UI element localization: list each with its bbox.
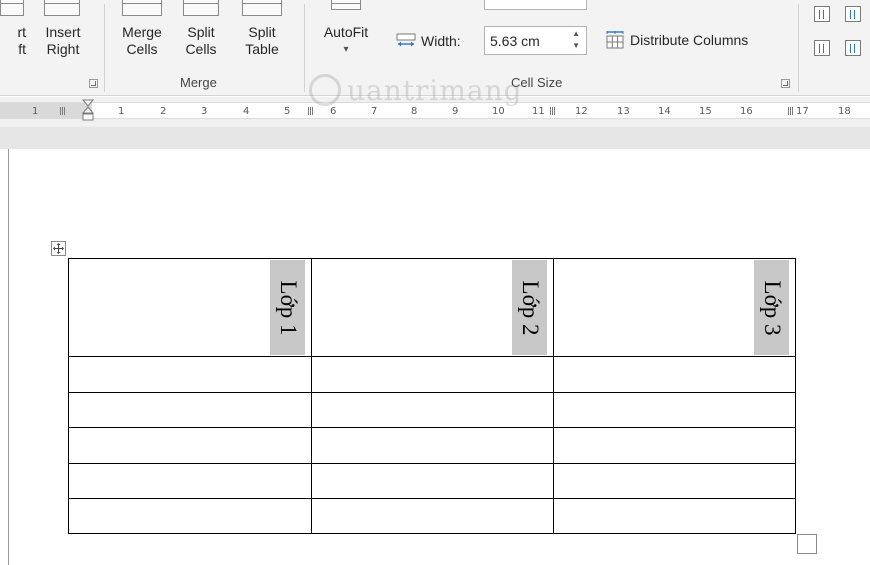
- align-top-right-icon[interactable]: [814, 6, 830, 22]
- group-label-merge: Merge: [180, 75, 217, 90]
- merge-cells-line2: Cells: [126, 41, 158, 57]
- header-text: Lớp 3: [759, 280, 785, 335]
- document-table[interactable]: Lớp 1 Lớp 2 Lớp 3: [68, 258, 796, 534]
- table-header-cell[interactable]: Lớp 3: [553, 258, 796, 357]
- table-row: [68, 356, 796, 393]
- vertical-text-box: Lớp 1: [270, 260, 305, 355]
- table-cell[interactable]: [553, 356, 796, 393]
- insert-left-line1: rt: [17, 24, 26, 40]
- table-cell[interactable]: [68, 392, 312, 428]
- align-bottom-right-icon[interactable]: [814, 40, 830, 56]
- table-move-handle-icon[interactable]: [51, 241, 66, 256]
- table-row: [68, 463, 796, 499]
- table-header-cell[interactable]: Lớp 2: [311, 258, 554, 357]
- watermark-logo-icon: [309, 74, 341, 106]
- table-cell[interactable]: [553, 427, 796, 464]
- merge-cells-button[interactable]: Merge Cells: [114, 24, 170, 58]
- ruler-column-marker[interactable]: [60, 107, 66, 115]
- rows-columns-launcher-icon[interactable]: [89, 79, 98, 88]
- header-text: Lớp 1: [275, 280, 301, 335]
- table-row: [68, 427, 796, 464]
- ruler-number: 14: [658, 106, 671, 117]
- insert-right-button[interactable]: Insert Right: [36, 24, 90, 58]
- height-field[interactable]: [484, 0, 587, 10]
- merge-cells-line1: Merge: [122, 24, 162, 40]
- vertical-text-box: Lớp 2: [512, 260, 547, 355]
- insert-right-line1: Insert: [45, 24, 81, 40]
- table-header-row: Lớp 1 Lớp 2 Lớp 3: [68, 258, 796, 357]
- watermark-text: uantrimang: [347, 74, 523, 107]
- split-table-icon: [242, 0, 282, 16]
- autofit-dropdown-icon: ▾: [343, 44, 349, 55]
- width-spin-up-icon[interactable]: ▲: [572, 29, 580, 38]
- table-cell[interactable]: [553, 392, 796, 428]
- ruler-number: 3: [201, 106, 208, 117]
- ruler-margin-area: [0, 103, 92, 118]
- insert-right-icon: [44, 0, 80, 16]
- width-field[interactable]: 5.63 cm ▲ ▼: [484, 26, 587, 55]
- insert-left-icon: [0, 0, 24, 16]
- table-resize-handle-icon[interactable]: [797, 534, 817, 554]
- cell-size-launcher-icon[interactable]: [781, 79, 790, 88]
- ruler-number: 16: [740, 106, 753, 117]
- table-cell[interactable]: [311, 498, 554, 534]
- autofit-label: AutoFit: [323, 24, 369, 40]
- ruler-number: 1: [32, 106, 39, 117]
- table-cell[interactable]: [553, 463, 796, 499]
- split-cells-line2: Cells: [185, 41, 217, 57]
- table-row: [68, 392, 796, 428]
- insert-left-line2: ft: [18, 41, 26, 57]
- merge-cells-icon: [122, 0, 162, 16]
- ruler-number: 18: [838, 106, 851, 117]
- width-icon: [396, 33, 416, 49]
- header-text: Lớp 2: [517, 280, 543, 335]
- split-table-line2: Table: [245, 41, 279, 57]
- table-cell[interactable]: [68, 356, 312, 393]
- table-cell[interactable]: [68, 498, 312, 534]
- distribute-columns-icon: [606, 31, 624, 49]
- ruler-number: 1: [118, 106, 125, 117]
- width-label: Width:: [421, 33, 461, 49]
- table-cell[interactable]: [68, 463, 312, 499]
- table-cell[interactable]: [311, 356, 554, 393]
- split-table-line1: Split: [248, 24, 276, 40]
- ruler-number: 5: [284, 106, 291, 117]
- hanging-indent-icon[interactable]: [81, 99, 95, 121]
- vertical-text-box: Lớp 3: [754, 260, 789, 355]
- table-header-cell[interactable]: Lớp 1: [68, 258, 312, 357]
- table-cell[interactable]: [311, 463, 554, 499]
- group-separator: [798, 4, 799, 92]
- split-table-button[interactable]: Split Table: [235, 24, 289, 58]
- align-bottom-center-icon[interactable]: [845, 40, 861, 56]
- table-cell[interactable]: [553, 498, 796, 534]
- ruler-number: 4: [243, 106, 250, 117]
- width-value: 5.63 cm: [490, 33, 540, 49]
- watermark: uantrimang: [305, 68, 595, 114]
- split-cells-button[interactable]: Split Cells: [178, 24, 224, 58]
- ruler-column-marker[interactable]: [788, 107, 794, 115]
- align-top-center-icon[interactable]: [845, 6, 861, 22]
- distribute-columns-button[interactable]: Distribute Columns: [603, 30, 781, 52]
- table-cell[interactable]: [68, 427, 312, 464]
- autofit-icon: [331, 0, 361, 10]
- page-gap: [0, 127, 870, 149]
- insert-right-line2: Right: [46, 41, 80, 57]
- group-separator: [104, 4, 105, 92]
- split-cells-line1: Split: [187, 24, 215, 40]
- ruler-number: 17: [796, 106, 809, 117]
- ruler-number: 2: [160, 106, 167, 117]
- table-cell[interactable]: [311, 427, 554, 464]
- split-cells-icon: [183, 0, 219, 16]
- distribute-columns-label: Distribute Columns: [630, 32, 749, 48]
- insert-left-button[interactable]: rt ft: [0, 24, 26, 58]
- table-cell[interactable]: [311, 392, 554, 428]
- table-row: [68, 498, 796, 534]
- ruler-number: 15: [699, 106, 712, 117]
- width-spin-down-icon[interactable]: ▼: [572, 41, 580, 50]
- autofit-button[interactable]: AutoFit ▾: [314, 24, 378, 58]
- ruler-number: 13: [617, 106, 630, 117]
